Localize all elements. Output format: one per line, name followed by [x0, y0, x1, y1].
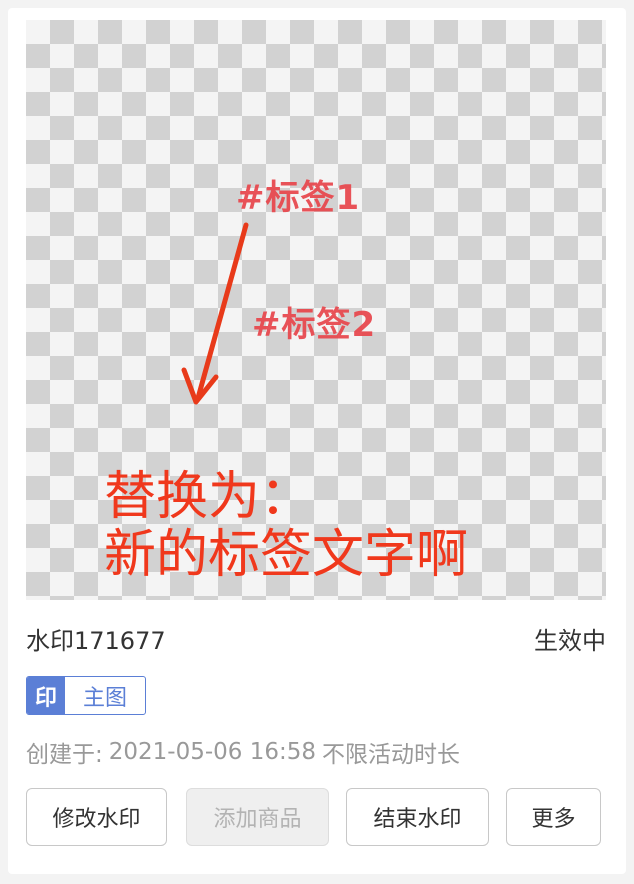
preview-replace-text: 替换为： 新的标签文字啊	[104, 468, 468, 584]
action-bar: 修改水印 添加商品 结束水印 更多	[26, 788, 606, 848]
edit-watermark-button[interactable]: 修改水印	[26, 788, 167, 846]
activity-duration: 不限活动时长	[322, 742, 461, 768]
watermark-card: #标签1 #标签2 替换为： 新的标签文字啊 水印171677 生效中 印 主图…	[8, 8, 626, 874]
preview-replace-line-1: 替换为：	[104, 467, 313, 527]
watermark-preview-image[interactable]: #标签1 #标签2 替换为： 新的标签文字啊	[26, 20, 606, 600]
preview-replace-line-2: 新的标签文字啊	[104, 525, 469, 585]
badge-label: 主图	[82, 685, 127, 711]
created-info: 创建于: 2021-05-06 16:58 不限活动时长	[26, 734, 460, 770]
watermark-name: 水印171677	[26, 626, 166, 655]
add-product-button[interactable]: 添加商品	[186, 788, 329, 846]
created-time: 2021-05-06 16:58	[108, 739, 317, 765]
watermark-info-row: 水印171677 生效中	[26, 618, 606, 658]
created-label: 创建于:	[26, 742, 103, 768]
main-image-badge: 印 主图	[26, 676, 146, 715]
seal-icon: 印	[27, 677, 65, 714]
watermark-status: 生效中	[534, 626, 606, 655]
more-button[interactable]: 更多	[506, 788, 601, 846]
end-watermark-button[interactable]: 结束水印	[346, 788, 489, 846]
